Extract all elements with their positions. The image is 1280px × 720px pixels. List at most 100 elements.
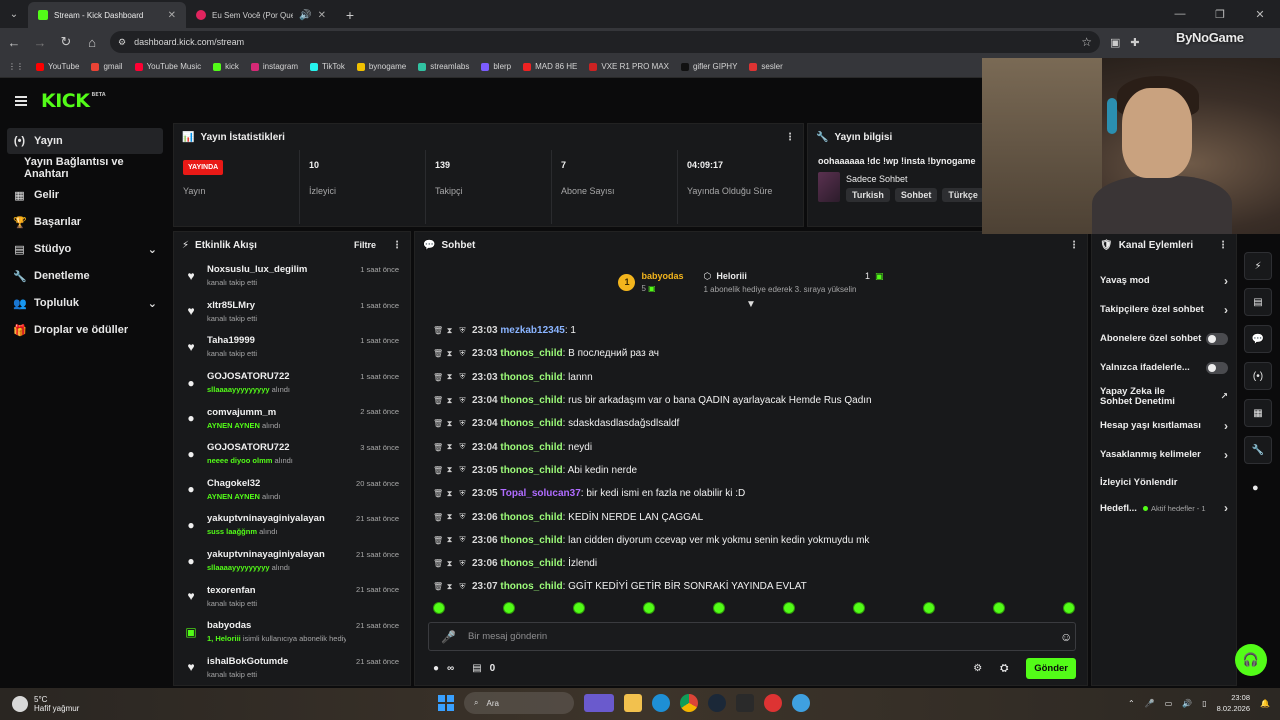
home-icon[interactable]: ⌂ bbox=[80, 30, 104, 54]
chat-message[interactable]: 🗑 ⧗ ⛨ 23:03 thonos_child: В последний раз а… bbox=[415, 342, 1087, 365]
chat-message[interactable]: 🗑 ⧗ ⛨ 23:05 thonos_child: Abi kedin nerde bbox=[415, 459, 1087, 482]
ban-shield-icon[interactable]: ⛨ bbox=[459, 465, 466, 475]
timeout-icon[interactable]: ⧗ bbox=[446, 512, 453, 522]
more-options-icon[interactable]: ⋮ bbox=[785, 132, 795, 143]
audio-icon[interactable]: 🔊 bbox=[299, 10, 311, 21]
wrench-icon[interactable]: 🔧 bbox=[1244, 436, 1272, 464]
timeout-icon[interactable]: ⧗ bbox=[446, 349, 453, 359]
chat-message[interactable]: 🗑 ⧗ ⛨ 23:06 thonos_child: İzlendi bbox=[415, 552, 1087, 575]
message-username[interactable]: thonos_child bbox=[500, 372, 562, 383]
more-options-icon[interactable]: ⋮ bbox=[1069, 240, 1079, 251]
message-username[interactable]: Topal_solucan37 bbox=[500, 488, 580, 499]
channel-action-item[interactable]: Yavaş mod › bbox=[1092, 266, 1236, 295]
bookmark-item[interactable]: blerp bbox=[481, 62, 511, 71]
filter-button[interactable]: Filtre bbox=[354, 240, 376, 250]
bookmark-item[interactable]: TikTok bbox=[310, 62, 345, 71]
activity-item[interactable]: ♥ Taha19999 kanalı takip etti 1 saat önce bbox=[174, 329, 410, 365]
chat-icon[interactable]: 💬 bbox=[1244, 325, 1272, 353]
bookmark-item[interactable]: bynogame bbox=[356, 62, 406, 71]
bookmark-item[interactable]: YouTube bbox=[36, 62, 79, 71]
emoji-icon[interactable]: ☺ bbox=[1060, 630, 1072, 644]
chat-message[interactable]: 🗑 ⧗ ⛨ 23:06 thonos_child: KEDİN NERDE LAN Ç… bbox=[415, 505, 1087, 528]
external-link-icon[interactable]: ↗ bbox=[1220, 391, 1228, 402]
forward-icon[interactable]: → bbox=[28, 30, 52, 54]
emote-icon[interactable] bbox=[923, 602, 935, 614]
channel-action-item[interactable]: Yapay Zeka ile Sohbet Denetimi ↗ bbox=[1092, 382, 1236, 411]
tag[interactable]: Turkish bbox=[846, 188, 890, 202]
epic-games-icon[interactable] bbox=[736, 694, 754, 712]
bookmark-item[interactable]: kick bbox=[213, 62, 239, 71]
activity-item[interactable]: ● GOJOSATORU722 sllaaaayyyyyyyyy alındı 1 s… bbox=[174, 365, 410, 401]
reload-icon[interactable]: ↻ bbox=[54, 30, 78, 54]
bookmark-item[interactable]: gmail bbox=[91, 62, 123, 71]
ban-shield-icon[interactable]: ⛨ bbox=[459, 326, 466, 336]
sidebar-item[interactable]: ▦ Gelir bbox=[7, 182, 163, 208]
more-options-icon[interactable]: ⋮ bbox=[1218, 240, 1228, 251]
menu-icon[interactable] bbox=[15, 96, 27, 106]
sidebar-item[interactable]: 🎁 Droplar ve ödüller bbox=[7, 317, 163, 343]
delete-icon[interactable]: 🗑 bbox=[433, 536, 443, 545]
chrome-icon[interactable] bbox=[680, 694, 698, 712]
tag[interactable]: Türkçe bbox=[942, 188, 984, 202]
chevron-up-icon[interactable]: ⌃ bbox=[1128, 699, 1135, 708]
sidebar-item[interactable]: Yayın Bağlantısı ve Anahtarı bbox=[7, 155, 163, 181]
chevron-down-icon[interactable]: ⌄ bbox=[148, 297, 157, 310]
message-username[interactable]: thonos_child bbox=[500, 558, 562, 569]
bookmark-item[interactable]: instagram bbox=[250, 62, 298, 71]
back-icon[interactable]: ← bbox=[2, 30, 26, 54]
emote-icon[interactable] bbox=[643, 602, 655, 614]
kick-logo[interactable]: KICK BETA bbox=[41, 90, 106, 112]
delete-icon[interactable]: 🗑 bbox=[433, 559, 443, 568]
activity-item[interactable]: ● Chagokel32 AYNEN AYNEN alındı 20 saat önc… bbox=[174, 472, 410, 508]
channel-action-item[interactable]: Yasaklanmış kelimeler › bbox=[1092, 440, 1236, 469]
bookmark-item[interactable]: sesler bbox=[749, 62, 783, 71]
timeout-icon[interactable]: ⧗ bbox=[446, 489, 453, 499]
ban-shield-icon[interactable]: ⛨ bbox=[459, 396, 466, 406]
mic-tray-icon[interactable]: 🎤 bbox=[1145, 699, 1155, 708]
chat-message[interactable]: 🗑 ⧗ ⛨ 23:06 thonos_child: lan cidden diyoru… bbox=[415, 529, 1087, 552]
clock[interactable]: 23:08 8.02.2026 bbox=[1217, 692, 1250, 714]
ban-shield-icon[interactable]: ⛨ bbox=[459, 349, 466, 359]
channel-action-item[interactable]: Takipçilere özel sohbet › bbox=[1092, 295, 1236, 324]
delete-icon[interactable]: 🗑 bbox=[433, 349, 443, 358]
emote-icon[interactable] bbox=[993, 602, 1005, 614]
message-username[interactable]: mezkab12345 bbox=[500, 325, 565, 336]
weather-widget[interactable]: 5°C Hafif yağmur bbox=[12, 695, 79, 713]
activity-item[interactable]: ● yakuptvninayaginiyalayan sllaaaayyyyyyyy… bbox=[174, 543, 410, 579]
toggle-switch[interactable] bbox=[1206, 361, 1228, 374]
support-headset-icon[interactable]: 🎧 bbox=[1235, 644, 1267, 676]
recipient-name[interactable]: Heloriii bbox=[716, 271, 747, 281]
ban-shield-icon[interactable]: ⛨ bbox=[459, 559, 466, 569]
ban-shield-icon[interactable]: ⛨ bbox=[459, 582, 466, 592]
channel-points-icon[interactable]: ● bbox=[433, 663, 439, 674]
volume-icon[interactable]: 🔊 bbox=[1182, 699, 1192, 708]
channel-action-item[interactable]: Abonelere özel sohbet bbox=[1092, 324, 1236, 353]
chevron-right-icon[interactable]: › bbox=[1224, 448, 1228, 462]
emote-icon[interactable] bbox=[433, 602, 445, 614]
chat-message[interactable]: 🗑 ⧗ ⛨ 23:03 thonos_child: lannn bbox=[415, 366, 1087, 389]
settings-gear-icon[interactable]: ⚙ bbox=[973, 663, 982, 674]
chat-message-input[interactable] bbox=[467, 631, 1048, 642]
chat-message[interactable]: 🗑 ⧗ ⛨ 23:07 thonos_child: GGİT KEDİYİ GETİR… bbox=[415, 575, 1087, 598]
delete-icon[interactable]: 🗑 bbox=[433, 466, 443, 475]
chevron-right-icon[interactable]: › bbox=[1224, 303, 1228, 317]
bookmark-item[interactable]: VXE R1 PRO MAX bbox=[589, 62, 669, 71]
obs-icon[interactable] bbox=[764, 694, 782, 712]
delete-icon[interactable]: 🗑 bbox=[433, 582, 443, 591]
ban-shield-icon[interactable]: ⛨ bbox=[459, 419, 466, 429]
apps-grid-icon[interactable]: ⋮⋮ bbox=[8, 62, 24, 71]
message-username[interactable]: thonos_child bbox=[500, 581, 562, 592]
timeout-icon[interactable]: ⧗ bbox=[446, 582, 453, 592]
ban-shield-icon[interactable]: ⛨ bbox=[459, 372, 466, 382]
chat-message[interactable]: 🗑 ⧗ ⛨ 23:04 thonos_child: sdaskdasdlasdağsd… bbox=[415, 412, 1087, 435]
tab-kick-dashboard[interactable]: Stream - Kick Dashboard ✕ bbox=[28, 2, 186, 28]
activity-item[interactable]: ♥ xltr85LMry kanalı takip etti 1 saat önce bbox=[174, 294, 410, 330]
bookmark-item[interactable]: YouTube Music bbox=[134, 62, 201, 71]
message-username[interactable]: thonos_child bbox=[500, 348, 562, 359]
delete-icon[interactable]: 🗑 bbox=[433, 419, 443, 428]
message-username[interactable]: thonos_child bbox=[500, 465, 562, 476]
channel-action-item[interactable]: İzleyici Yönlendir bbox=[1092, 469, 1236, 495]
ban-shield-icon[interactable]: ⛨ bbox=[459, 512, 466, 522]
scroll-down-icon[interactable]: ▼ bbox=[746, 299, 756, 310]
layers-icon[interactable]: ▦ bbox=[1244, 399, 1272, 427]
